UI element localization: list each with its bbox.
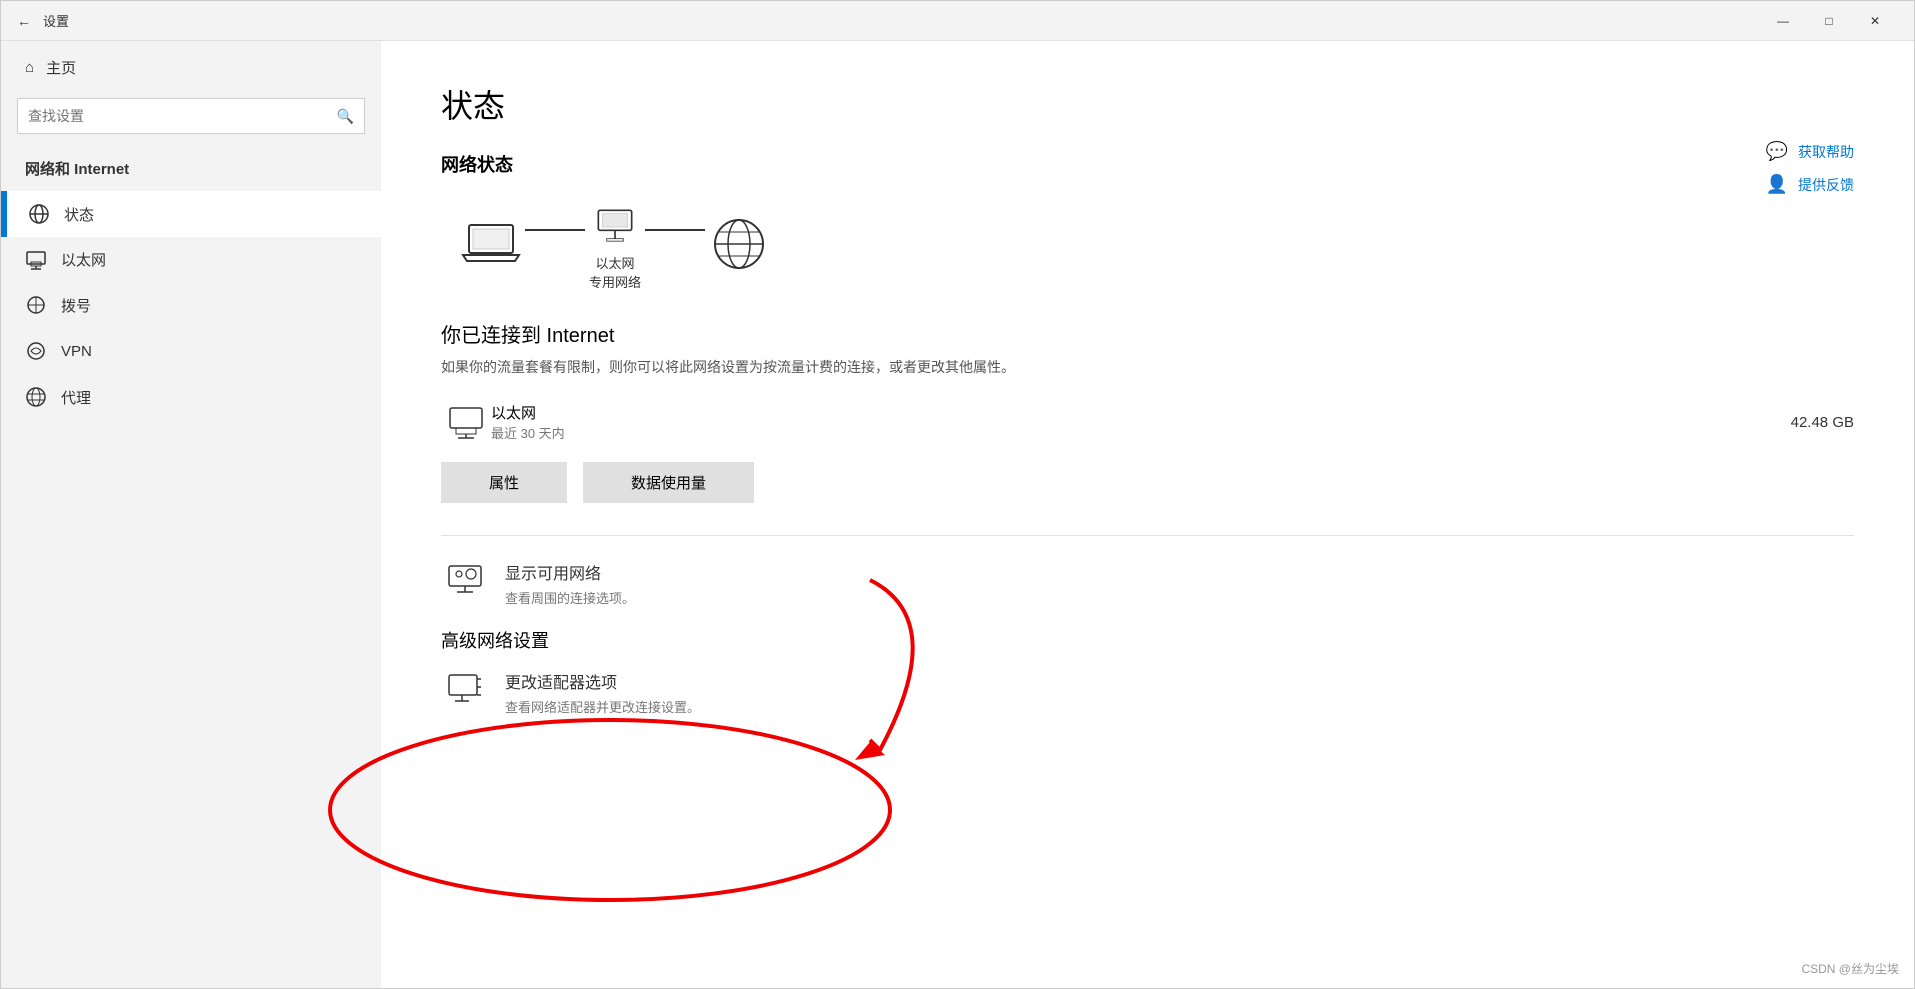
line-2 — [645, 229, 705, 231]
vpn-icon — [25, 340, 47, 362]
globe-icon-box — [709, 214, 769, 274]
adapter-options-item[interactable]: 更改适配器选项 查看网络适配器并更改连接设置。 — [441, 669, 1854, 716]
ethernet-name: 以太网 — [491, 402, 1791, 423]
sidebar-item-dialup-label: 拨号 — [61, 295, 91, 316]
feedback-label: 提供反馈 — [1798, 175, 1854, 195]
sidebar-item-vpn-label: VPN — [61, 343, 92, 360]
divider-1 — [441, 535, 1854, 536]
search-box[interactable]: 🔍 — [17, 98, 365, 134]
adapter-options-sub: 查看网络适配器并更改连接设置。 — [505, 697, 700, 716]
data-usage-button[interactable]: 数据使用量 — [583, 462, 754, 503]
adapter-options-text: 更改适配器选项 查看网络适配器并更改连接设置。 — [505, 669, 700, 716]
sidebar-item-proxy-label: 代理 — [61, 387, 91, 408]
show-networks-text: 显示可用网络 查看周围的连接选项。 — [505, 560, 635, 607]
show-networks-title: 显示可用网络 — [505, 560, 635, 584]
sidebar-item-vpn[interactable]: VPN — [1, 328, 381, 374]
ethernet-row-info: 以太网 最近 30 天内 — [491, 402, 1791, 442]
close-button[interactable]: ✕ — [1852, 1, 1898, 41]
router-icon — [590, 197, 640, 247]
ethernet-sub: 最近 30 天内 — [491, 423, 1791, 442]
sidebar: ⌂ 主页 🔍 网络和 Internet 状态 — [1, 41, 381, 988]
adapter-options-icon — [441, 669, 489, 705]
maximize-button[interactable]: □ — [1806, 1, 1852, 41]
watermark: CSDN @丝为尘埃 — [1801, 960, 1899, 977]
sidebar-section-title: 网络和 Internet — [1, 150, 381, 191]
show-networks-sub: 查看周围的连接选项。 — [505, 588, 635, 607]
ethernet-row-icon — [441, 404, 491, 440]
sidebar-item-ethernet[interactable]: 以太网 — [1, 237, 381, 282]
router-label: 以太网专用网络 — [589, 253, 641, 291]
sidebar-home[interactable]: ⌂ 主页 — [1, 41, 381, 94]
advanced-section-title: 高级网络设置 — [441, 627, 1854, 653]
feedback-icon: 👤 — [1766, 174, 1788, 195]
get-help-label: 获取帮助 — [1798, 142, 1854, 162]
ethernet-icon — [25, 250, 47, 270]
adapter-options-title: 更改适配器选项 — [505, 669, 700, 693]
network-status-title: 网络状态 — [441, 151, 1854, 177]
get-help-link[interactable]: 💬 获取帮助 — [1766, 141, 1854, 162]
properties-button[interactable]: 属性 — [441, 462, 567, 503]
help-panel: 💬 获取帮助 👤 提供反馈 — [1766, 141, 1854, 195]
dialup-icon — [25, 294, 47, 316]
line-1 — [525, 229, 585, 231]
home-icon: ⌂ — [25, 59, 34, 76]
minimize-button[interactable]: — — [1760, 1, 1806, 41]
router-icon-box: 以太网专用网络 — [589, 197, 641, 291]
window-controls: — □ ✕ — [1760, 1, 1898, 41]
proxy-icon — [25, 386, 47, 408]
globe-icon — [709, 214, 769, 274]
sidebar-item-dialup[interactable]: 拨号 — [1, 282, 381, 328]
status-icon — [28, 203, 50, 225]
home-label: 主页 — [46, 57, 76, 78]
search-icon: 🔍 — [337, 108, 354, 125]
sidebar-item-status-label: 状态 — [64, 204, 94, 225]
ethernet-size: 42.48 GB — [1791, 414, 1854, 431]
sidebar-item-ethernet-label: 以太网 — [61, 249, 106, 270]
laptop-icon — [461, 219, 521, 269]
content-area: 状态 网络状态 — [381, 41, 1914, 988]
sidebar-item-status[interactable]: 状态 — [1, 191, 381, 237]
status-connected: 你已连接到 Internet 如果你的流量套餐有限制，则你可以将此网络设置为按流… — [441, 319, 1854, 378]
get-help-icon: 💬 — [1766, 141, 1788, 162]
page-title: 状态 — [441, 81, 1854, 127]
show-networks-item[interactable]: 显示可用网络 查看周围的连接选项。 — [441, 560, 1854, 607]
window-title: 设置 — [43, 11, 69, 30]
back-button[interactable]: ← — [17, 13, 31, 29]
connected-desc: 如果你的流量套餐有限制，则你可以将此网络设置为按流量计费的连接，或者更改其他属性… — [441, 356, 1121, 378]
sidebar-item-proxy[interactable]: 代理 — [1, 374, 381, 420]
network-diagram: 以太网专用网络 — [461, 197, 1854, 291]
feedback-link[interactable]: 👤 提供反馈 — [1766, 174, 1854, 195]
show-networks-icon — [441, 560, 489, 596]
search-input[interactable] — [28, 108, 337, 124]
ethernet-row: 以太网 最近 30 天内 42.48 GB — [441, 402, 1854, 442]
title-bar: ← 设置 — □ ✕ — [1, 1, 1914, 41]
connected-title: 你已连接到 Internet — [441, 319, 1854, 348]
laptop-icon-box — [461, 219, 521, 269]
action-buttons: 属性 数据使用量 — [441, 462, 1854, 503]
